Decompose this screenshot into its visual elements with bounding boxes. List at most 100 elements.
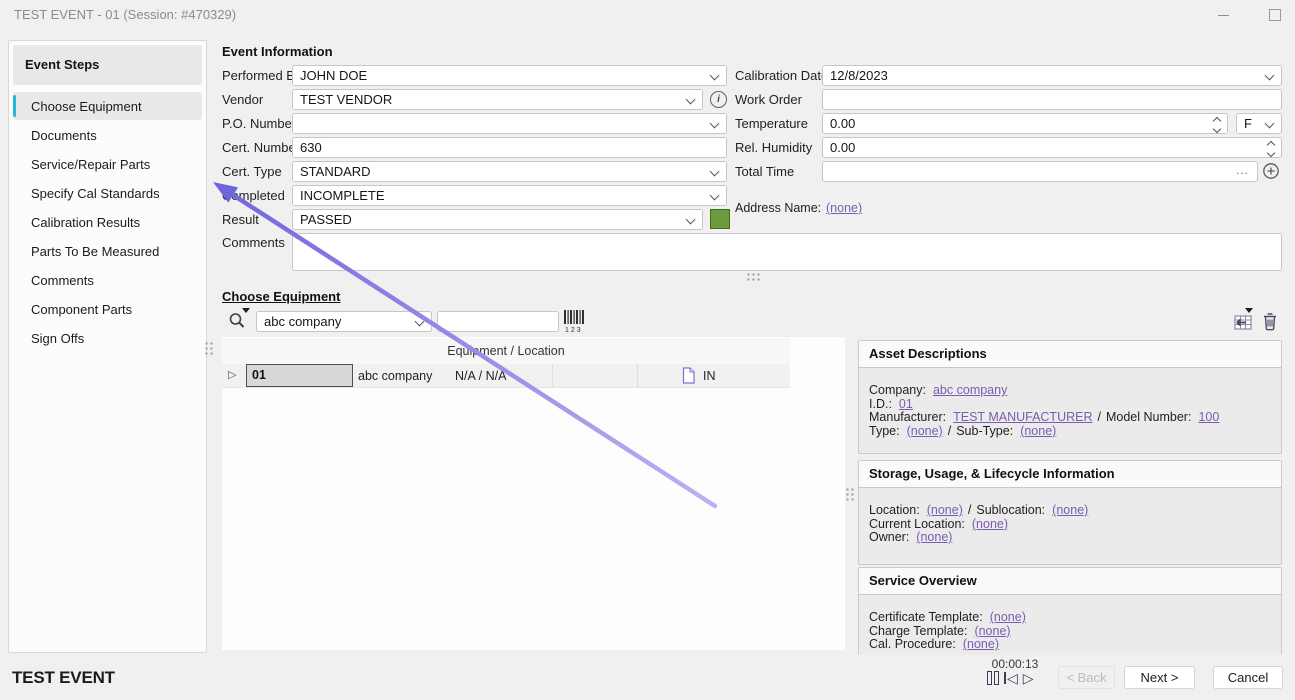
next-button[interactable]: Next > bbox=[1124, 666, 1195, 689]
restart-icon[interactable]: ◁ bbox=[1004, 671, 1018, 685]
sidebar-item-service-repair-parts[interactable]: Service/Repair Parts bbox=[13, 150, 202, 178]
manufacturer-link[interactable]: TEST MANUFACTURER bbox=[953, 410, 1092, 424]
po-number-select[interactable] bbox=[292, 113, 727, 134]
completed-select[interactable]: INCOMPLETE bbox=[292, 185, 727, 206]
sidebar-item-sign-offs[interactable]: Sign Offs bbox=[13, 324, 202, 352]
asset-id-row: I.D.: 01 bbox=[869, 398, 1271, 412]
document-icon[interactable] bbox=[682, 367, 695, 384]
temperature-unit-select[interactable]: F bbox=[1236, 113, 1282, 134]
performed-by-value: JOHN DOE bbox=[293, 66, 726, 85]
model-number-link[interactable]: 100 bbox=[1198, 410, 1219, 424]
panel-resize-handle[interactable] bbox=[845, 487, 854, 501]
sublocation-link[interactable]: (none) bbox=[1052, 503, 1088, 517]
event-information-title: Event Information bbox=[222, 44, 333, 59]
calibration-date-select[interactable]: 12/8/2023 bbox=[822, 65, 1282, 86]
address-name-link[interactable]: (none) bbox=[826, 201, 862, 215]
charge-template-link[interactable]: (none) bbox=[974, 624, 1010, 638]
minimize-button[interactable] bbox=[1209, 2, 1237, 26]
play-icon[interactable]: ▷ bbox=[1023, 671, 1034, 685]
sidebar-item-label: Parts To Be Measured bbox=[31, 244, 159, 259]
owner-link[interactable]: (none) bbox=[916, 530, 952, 544]
cert-type-select[interactable]: STANDARD bbox=[292, 161, 727, 182]
add-icon[interactable] bbox=[1262, 162, 1280, 180]
po-number-label: P.O. Number bbox=[222, 116, 296, 131]
charge-template-row: Charge Template:(none) bbox=[869, 625, 1271, 639]
pause-icon[interactable] bbox=[987, 671, 999, 685]
performed-by-select[interactable]: JOHN DOE bbox=[292, 65, 727, 86]
current-location-label: Current Location: bbox=[869, 517, 965, 531]
current-location-link[interactable]: (none) bbox=[972, 517, 1008, 531]
id-label: I.D.: bbox=[869, 397, 892, 411]
barcode-icon[interactable]: 123 bbox=[563, 309, 589, 334]
maximize-button[interactable] bbox=[1260, 2, 1288, 26]
total-time-label: Total Time bbox=[735, 164, 794, 179]
sidebar-item-calibration-results[interactable]: Calibration Results bbox=[13, 208, 202, 236]
sidebar-item-specify-cal-standards[interactable]: Specify Cal Standards bbox=[13, 179, 202, 207]
cal-procedure-row: Cal. Procedure: (none) bbox=[869, 638, 1271, 652]
cancel-button[interactable]: Cancel bbox=[1213, 666, 1283, 689]
company-link[interactable]: abc company bbox=[933, 383, 1007, 397]
location-label: Location: bbox=[869, 503, 920, 517]
temperature-label: Temperature bbox=[735, 116, 808, 131]
search-options-caret-icon[interactable] bbox=[242, 308, 250, 313]
equipment-search-input[interactable] bbox=[437, 311, 559, 332]
sidebar-item-component-parts[interactable]: Component Parts bbox=[13, 295, 202, 323]
maximize-icon bbox=[1269, 9, 1281, 21]
back-button[interactable]: < Back bbox=[1058, 666, 1115, 689]
manufacturer-label: Manufacturer: bbox=[869, 410, 946, 424]
sidebar-item-choose-equipment[interactable]: Choose Equipment bbox=[13, 92, 202, 120]
location-link[interactable]: (none) bbox=[927, 503, 963, 517]
equipment-id-cell[interactable]: 01 bbox=[246, 364, 353, 387]
total-time-more-button[interactable]: ... bbox=[1236, 163, 1249, 177]
rel-humidity-stepper[interactable]: 0.00 bbox=[822, 137, 1282, 158]
row-expander-icon[interactable]: ▷ bbox=[228, 368, 236, 381]
sub-type-link[interactable]: (none) bbox=[1020, 424, 1056, 438]
sidebar-resize-handle[interactable] bbox=[204, 341, 213, 355]
chevron-down-icon bbox=[710, 119, 720, 129]
sub-type-label: Sub-Type: bbox=[956, 424, 1013, 438]
temperature-stepper[interactable]: 0.00 bbox=[822, 113, 1228, 134]
vendor-info-icon[interactable]: i bbox=[710, 91, 727, 108]
cal-procedure-label: Cal. Procedure: bbox=[869, 637, 956, 651]
result-value: PASSED bbox=[293, 210, 702, 229]
spinner-icon[interactable] bbox=[1214, 118, 1220, 132]
equipment-company-cell: abc company bbox=[358, 369, 432, 383]
search-icon[interactable] bbox=[227, 311, 247, 331]
comments-resize-handle[interactable] bbox=[746, 272, 760, 281]
sidebar-item-parts-to-be-measured[interactable]: Parts To Be Measured bbox=[13, 237, 202, 265]
spinner-icon[interactable] bbox=[1268, 142, 1274, 156]
type-link[interactable]: (none) bbox=[907, 424, 943, 438]
equipment-table-row[interactable]: ▷ 01 abc company N/A / N/A IN bbox=[222, 364, 790, 388]
sidebar-item-documents[interactable]: Documents bbox=[13, 121, 202, 149]
grid-import-icon[interactable] bbox=[1231, 312, 1253, 332]
column-separator bbox=[637, 364, 638, 387]
id-link[interactable]: 01 bbox=[899, 397, 913, 411]
asset-type-row: Type:(none)/Sub-Type:(none) bbox=[869, 425, 1271, 439]
cal-procedure-link[interactable]: (none) bbox=[963, 637, 999, 651]
event-steps-header: Event Steps bbox=[13, 45, 202, 85]
cert-number-label: Cert. Number bbox=[222, 140, 300, 155]
equipment-location-cell: N/A / N/A bbox=[455, 369, 506, 383]
work-order-input[interactable] bbox=[822, 89, 1282, 110]
comments-textarea[interactable] bbox=[292, 233, 1282, 271]
equipment-search-combo[interactable]: abc company bbox=[256, 311, 432, 332]
grid-import-caret-icon[interactable] bbox=[1245, 308, 1253, 313]
event-steps-panel: Event Steps Choose Equipment Documents S… bbox=[8, 40, 207, 653]
certificate-template-link[interactable]: (none) bbox=[990, 610, 1026, 624]
total-time-input[interactable]: ... bbox=[822, 161, 1258, 182]
application-window: TEST EVENT - 01 (Session: #470329) Event… bbox=[0, 0, 1295, 700]
cert-type-value: STANDARD bbox=[293, 162, 726, 181]
service-overview-panel: Service Overview Certificate Template:(n… bbox=[858, 567, 1282, 655]
cert-number-input[interactable]: 630 bbox=[292, 137, 727, 158]
trash-icon[interactable] bbox=[1262, 312, 1278, 331]
asset-descriptions-panel: Asset Descriptions Company:abc company I… bbox=[858, 340, 1282, 454]
sidebar-item-comments[interactable]: Comments bbox=[13, 266, 202, 294]
window-title: TEST EVENT - 01 (Session: #470329) bbox=[14, 7, 236, 22]
asset-company-row: Company:abc company bbox=[869, 384, 1271, 398]
selected-step-indicator bbox=[13, 95, 16, 117]
separator: / bbox=[1098, 410, 1101, 424]
equipment-table-header[interactable]: Equipment / Location bbox=[222, 338, 790, 365]
result-select[interactable]: PASSED bbox=[292, 209, 703, 230]
vendor-select[interactable]: TEST VENDOR bbox=[292, 89, 703, 110]
rel-humidity-label: Rel. Humidity bbox=[735, 140, 812, 155]
